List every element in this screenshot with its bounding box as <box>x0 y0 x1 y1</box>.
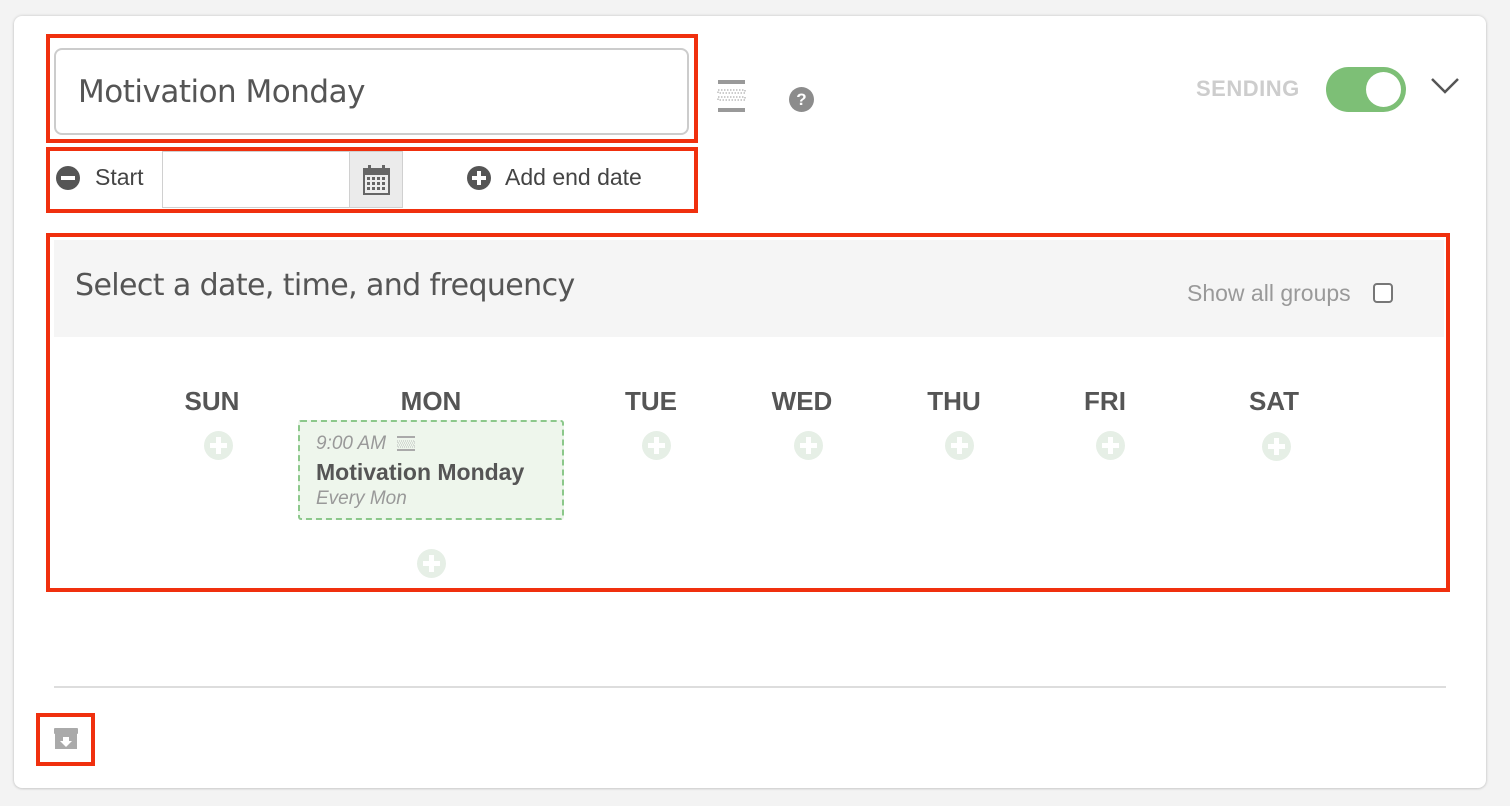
highlight-title <box>46 34 698 143</box>
highlight-archive <box>36 713 95 766</box>
divider <box>54 686 1446 688</box>
help-icon[interactable]: ? <box>789 87 814 112</box>
chevron-down-icon[interactable] <box>1430 77 1460 100</box>
toggle-knob <box>1366 72 1401 107</box>
highlight-scheduler <box>46 233 1450 592</box>
text-wrap-icon[interactable] <box>716 80 747 118</box>
sending-toggle[interactable] <box>1326 67 1406 112</box>
sending-status-label: SENDING <box>1196 76 1300 101</box>
highlight-date-range <box>46 147 698 213</box>
